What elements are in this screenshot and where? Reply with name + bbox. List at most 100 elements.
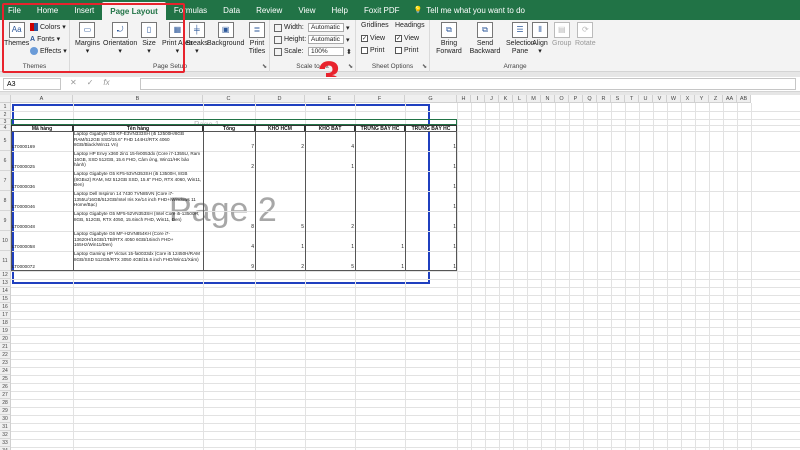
table-cell[interactable]: 1 xyxy=(256,231,304,251)
row-header-12[interactable]: 12 xyxy=(0,271,11,279)
scale-launcher-icon[interactable]: ⬊ xyxy=(348,63,353,70)
height-field[interactable]: Height: Automatic ▾ xyxy=(274,35,350,44)
column-header-F[interactable]: F xyxy=(355,95,405,103)
group-button[interactable]: ▤ Group xyxy=(552,22,571,48)
column-header-J[interactable]: J xyxy=(485,95,499,103)
insert-function-icon[interactable]: fx xyxy=(103,78,109,87)
row-header-14[interactable]: 14 xyxy=(0,287,11,295)
colors-button[interactable]: Colors ▾ xyxy=(30,23,66,31)
selection-pane-button[interactable]: ☰ Selection Pane xyxy=(506,22,535,55)
column-header-U[interactable]: U xyxy=(639,95,653,103)
row-header-8[interactable]: 8 xyxy=(0,191,11,211)
background-button[interactable]: ▣ Background xyxy=(207,22,244,48)
table-cell[interactable] xyxy=(204,171,254,191)
table-cell[interactable]: 5 xyxy=(306,251,354,271)
column-header-L[interactable]: L xyxy=(513,95,527,103)
row-header-5[interactable]: 5 xyxy=(0,131,11,151)
column-header-V[interactable]: V xyxy=(653,95,667,103)
orientation-button[interactable]: ⤾ Orientation ▾ xyxy=(103,22,137,55)
column-header-N[interactable]: N xyxy=(541,95,555,103)
table-cell[interactable]: 8 xyxy=(204,211,254,231)
table-cell[interactable]: Laptop Gigabyte G5 KF5-53VN353SH (i5 135… xyxy=(74,171,202,191)
enter-icon[interactable]: ✓ xyxy=(87,78,94,87)
table-cell[interactable] xyxy=(306,171,354,191)
table-cell[interactable]: 1 xyxy=(406,151,456,171)
row-header-30[interactable]: 30 xyxy=(0,415,11,423)
rotate-button[interactable]: ⟳ Rotate xyxy=(575,22,596,48)
table-cell[interactable]: 2 xyxy=(256,131,304,151)
column-header-O[interactable]: O xyxy=(555,95,569,103)
row-header-19[interactable]: 19 xyxy=(0,327,11,335)
scale-field[interactable]: Scale: 100% ⬍ xyxy=(274,47,352,56)
column-header-D[interactable]: D xyxy=(255,95,305,103)
row-header-7[interactable]: 7 xyxy=(0,171,11,191)
table-cell[interactable]: 2 xyxy=(306,211,354,231)
table-cell[interactable]: 1 xyxy=(406,251,456,271)
bring-forward-button[interactable]: ⧉ Bring Forward xyxy=(434,22,464,55)
send-backward-button[interactable]: ⧉ Send Backward xyxy=(469,22,501,55)
column-header-AA[interactable]: AA xyxy=(723,95,737,103)
column-header-S[interactable]: S xyxy=(611,95,625,103)
effects-button[interactable]: Effects ▾ xyxy=(30,47,67,55)
tab-view[interactable]: View xyxy=(290,0,323,20)
row-header-2[interactable]: 2 xyxy=(0,111,11,119)
row-header-22[interactable]: 22 xyxy=(0,351,11,359)
tab-foxit-pdf[interactable]: Foxit PDF xyxy=(356,0,408,20)
table-cell[interactable]: 7 xyxy=(204,131,254,151)
tab-insert[interactable]: Insert xyxy=(66,0,102,20)
column-header-R[interactable]: R xyxy=(597,95,611,103)
row-header-9[interactable]: 9 xyxy=(0,211,11,231)
table-cell[interactable]: 1 xyxy=(406,231,456,251)
table-cell[interactable] xyxy=(256,171,304,191)
tab-review[interactable]: Review xyxy=(248,0,290,20)
table-cell[interactable]: 1 xyxy=(356,251,404,271)
row-header-17[interactable]: 17 xyxy=(0,311,11,319)
table-cell[interactable] xyxy=(356,211,404,231)
headings-print-checkbox[interactable]: Print xyxy=(395,47,418,54)
row-header-18[interactable]: 18 xyxy=(0,319,11,327)
tab-page-layout[interactable]: Page Layout xyxy=(102,2,166,20)
gridlines-print-checkbox[interactable]: Print xyxy=(361,47,384,54)
row-header-31[interactable]: 31 xyxy=(0,423,11,431)
row-header-29[interactable]: 29 xyxy=(0,407,11,415)
table-cell[interactable]: 1 xyxy=(306,151,354,171)
tab-formulas[interactable]: Formulas xyxy=(166,0,215,20)
column-header-H[interactable]: H xyxy=(457,95,471,103)
table-cell[interactable]: Laptop Gigabyte G5 MF5-52VN353SH (Intel … xyxy=(74,211,202,231)
column-header-X[interactable]: X xyxy=(681,95,695,103)
row-header-1[interactable]: 1 xyxy=(0,103,11,111)
table-cell[interactable]: LT0000072 xyxy=(12,251,72,271)
table-cell[interactable] xyxy=(356,151,404,171)
table-cell[interactable]: 1 xyxy=(356,231,404,251)
row-header-25[interactable]: 25 xyxy=(0,375,11,383)
table-cell[interactable] xyxy=(356,191,404,211)
tell-me-search[interactable]: 💡 Tell me what you want to do xyxy=(408,0,525,20)
margins-button[interactable]: ▭ Margins ▾ xyxy=(75,22,100,55)
table-cell[interactable] xyxy=(356,131,404,151)
table-cell[interactable]: Laptop Gigabyte G5 KF-E3VN333SH (i5 1250… xyxy=(74,131,202,151)
breaks-button[interactable]: ╪ Breaks ▾ xyxy=(186,22,208,55)
select-all-corner[interactable] xyxy=(0,95,11,103)
cancel-icon[interactable]: ✕ xyxy=(70,78,77,87)
column-header-K[interactable]: K xyxy=(499,95,513,103)
table-cell[interactable]: 4 xyxy=(204,231,254,251)
fonts-button[interactable]: A Fonts ▾ xyxy=(30,35,60,44)
column-header-AB[interactable]: AB xyxy=(737,95,751,103)
table-cell[interactable]: 1 xyxy=(406,211,456,231)
page-setup-launcher-icon[interactable]: ⬊ xyxy=(262,63,267,70)
row-header-16[interactable]: 16 xyxy=(0,303,11,311)
table-cell[interactable]: LT0000048 xyxy=(12,211,72,231)
table-cell[interactable]: Laptop HP Envy x360 2in1 15-fe0053dx (Co… xyxy=(74,151,202,171)
column-header-A[interactable]: A xyxy=(11,95,73,103)
table-cell[interactable]: 4 xyxy=(306,131,354,151)
row-header-15[interactable]: 15 xyxy=(0,295,11,303)
table-cell[interactable]: Laptop Dell Inspiron 14 7430 7VN85VN (Co… xyxy=(74,191,202,211)
table-cell[interactable] xyxy=(204,191,254,211)
table-cell[interactable]: 2 xyxy=(204,151,254,171)
row-header-11[interactable]: 11 xyxy=(0,251,11,271)
column-header-Y[interactable]: Y xyxy=(695,95,709,103)
row-header-26[interactable]: 26 xyxy=(0,383,11,391)
column-header-P[interactable]: P xyxy=(569,95,583,103)
table-cell[interactable]: 1 xyxy=(406,191,456,211)
align-button[interactable]: ⫴ Align ▾ xyxy=(532,22,548,55)
